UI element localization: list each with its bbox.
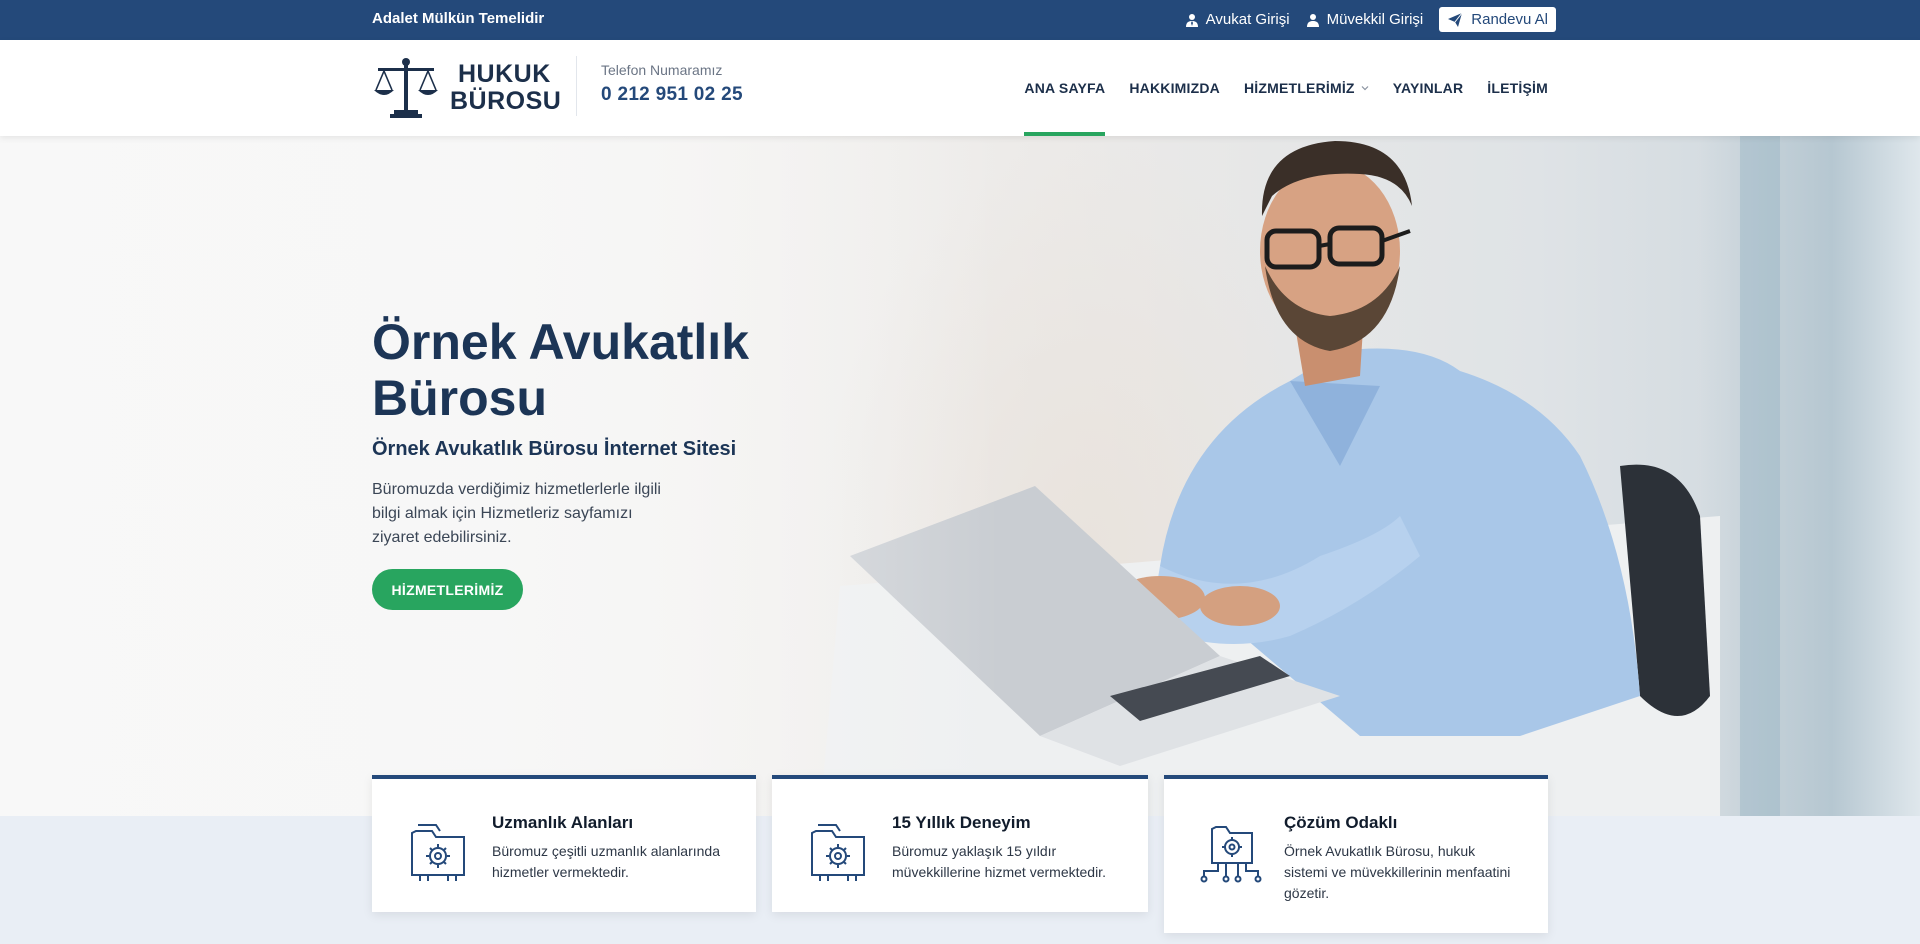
phone-block: Telefon Numaramız 0 212 951 02 25 [601,62,743,106]
folder-gear-icon [411,824,465,881]
appointment-button[interactable]: Randevu Al [1439,7,1556,32]
feature-title: 15 Yıllık Deneyim [892,813,1031,832]
folder-gear-icon [811,824,865,881]
top-links: Avukat Girişi Müvekkil Girişi Randevu Al [1185,7,1556,32]
site-header: HUKUK BÜROSU Telefon Numaramız 0 212 951… [0,40,1920,136]
nav-about[interactable]: HAKKIMIZDA [1129,40,1220,136]
feature-text: Büromuz yaklaşık 15 yıldır müvekkillerin… [892,843,1106,880]
feature-card-experience[interactable]: 15 Yıllık Deneyim Büromuz yaklaşık 15 yı… [772,775,1148,912]
user-tie-icon [1185,13,1198,27]
hero-subtitle: Örnek Avukatlık Bürosu İnternet Sitesi [372,438,737,460]
user-icon [1306,13,1319,27]
hero-description: Büromuzda verdiğimiz hizmetlerlerle ilgi… [372,481,661,546]
phone-label: Telefon Numaramız [601,62,723,78]
nav-contact[interactable]: İLETİŞİM [1487,40,1548,136]
feature-text: Büromuz çeşitli uzmanlık alanlarında hiz… [492,843,720,880]
logo-line-1: HUKUK [458,60,551,88]
network-gear-icon [1200,826,1262,883]
motto: Adalet Mülkün Temelidir [372,10,545,27]
paper-plane-icon [1448,12,1463,27]
client-login-link[interactable]: Müvekkil Girişi [1306,11,1424,28]
header-divider [576,56,577,116]
nav-publications[interactable]: YAYINLAR [1393,40,1464,136]
nav-services[interactable]: HİZMETLERİMİZ [1244,40,1369,136]
hero-title: Örnek Avukatlık Bürosu [372,314,750,426]
appointment-label: Randevu Al [1471,11,1548,28]
hero-section: Örnek Avukatlık Bürosu Örnek Avukatlık B… [0,136,1920,816]
services-button[interactable]: HİZMETLERİMİZ [372,569,523,610]
main-nav: ANA SAYFA HAKKIMIZDA HİZMETLERİMİZ YAYIN… [1024,40,1548,136]
scales-of-justice-icon [374,58,438,118]
top-bar: Adalet Mülkün Temelidir Avukat Girişi Mü… [0,0,1920,40]
lawyer-login-label: Avukat Girişi [1205,11,1290,28]
feature-card-expertise[interactable]: Uzmanlık Alanları Büromuz çeşitli uzmanl… [372,775,756,912]
client-login-label: Müvekkil Girişi [1326,11,1424,28]
nav-home[interactable]: ANA SAYFA [1024,40,1106,136]
feature-title: Uzmanlık Alanları [492,813,634,832]
features-row: Uzmanlık Alanları Büromuz çeşitli uzmanl… [372,775,1548,933]
logo-line-2: BÜROSU [450,87,562,115]
site-logo[interactable]: HUKUK BÜROSU [372,56,561,120]
lawyer-login-link[interactable]: Avukat Girişi [1185,11,1290,28]
feature-text: Örnek Avukatlık Bürosu, hukuk sistemi ve… [1284,843,1511,901]
phone-number[interactable]: 0 212 951 02 25 [601,84,743,106]
chevron-down-icon [1361,86,1369,91]
feature-card-solution[interactable]: Çözüm Odaklı Örnek Avukatlık Bürosu, huk… [1164,775,1548,933]
feature-title: Çözüm Odaklı [1284,813,1398,832]
